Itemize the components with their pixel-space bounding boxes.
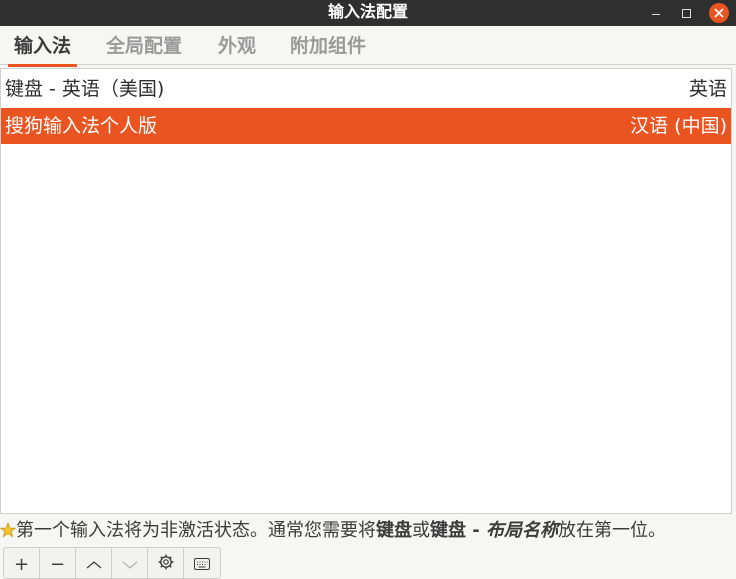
maximize-button[interactable] xyxy=(673,0,699,26)
close-button[interactable] xyxy=(706,0,732,26)
gear-icon xyxy=(157,553,175,576)
tab-appearance[interactable]: 外观 xyxy=(218,34,256,60)
input-method-language: 英语 xyxy=(688,78,727,100)
keyboard-layout-button[interactable] xyxy=(184,548,220,579)
plus-icon: + xyxy=(13,553,30,575)
move-down-button[interactable] xyxy=(112,548,148,579)
input-method-name: 键盘 - 英语（美国) xyxy=(5,78,165,100)
minus-icon: − xyxy=(49,553,66,575)
input-method-list[interactable]: 键盘 - 英语（美国) 英语 搜狗输入法个人版 汉语 (中国) xyxy=(0,68,732,514)
hint-text: 第一个输入法将为非激活状态。通常您需要将键盘或键盘 - 布局名称放在第一位。 xyxy=(0,518,736,544)
star-icon xyxy=(0,520,17,544)
list-toolbar: + − xyxy=(3,547,221,579)
remove-button[interactable]: − xyxy=(40,548,76,579)
chevron-up-icon xyxy=(86,554,102,575)
window-title: 输入法配置 xyxy=(327,2,408,21)
hint-part-2: 或 xyxy=(412,520,430,541)
hint-part-1: 第一个输入法将为非激活状态。通常您需要将 xyxy=(16,520,376,541)
close-icon xyxy=(709,3,729,23)
add-button[interactable]: + xyxy=(4,548,40,579)
title-bar: 输入法配置 xyxy=(0,0,736,26)
hint-bold-keyboard-dash: 键盘 - xyxy=(430,520,487,541)
list-item-selected[interactable]: 搜狗输入法个人版 汉语 (中国) xyxy=(1,108,731,144)
keyboard-icon xyxy=(194,554,210,575)
tab-bar: 输入法 全局配置 外观 附加组件 xyxy=(0,26,736,67)
minimize-button[interactable] xyxy=(643,0,669,26)
hint-bold-layout-name: 布局名称 xyxy=(486,520,559,541)
hint-part-3: 放在第一位。 xyxy=(558,520,667,541)
list-item[interactable]: 键盘 - 英语（美国) 英语 xyxy=(1,71,731,107)
hint-bold-keyboard: 键盘 xyxy=(376,520,412,541)
tab-input-methods[interactable]: 输入法 xyxy=(7,34,78,67)
tab-global-config[interactable]: 全局配置 xyxy=(106,34,182,60)
tab-addons[interactable]: 附加组件 xyxy=(290,34,366,60)
chevron-down-icon xyxy=(122,554,138,575)
move-up-button[interactable] xyxy=(76,548,112,579)
configure-button[interactable] xyxy=(148,548,184,579)
input-method-language: 汉语 (中国) xyxy=(630,115,727,137)
input-method-name: 搜狗输入法个人版 xyxy=(5,115,158,137)
